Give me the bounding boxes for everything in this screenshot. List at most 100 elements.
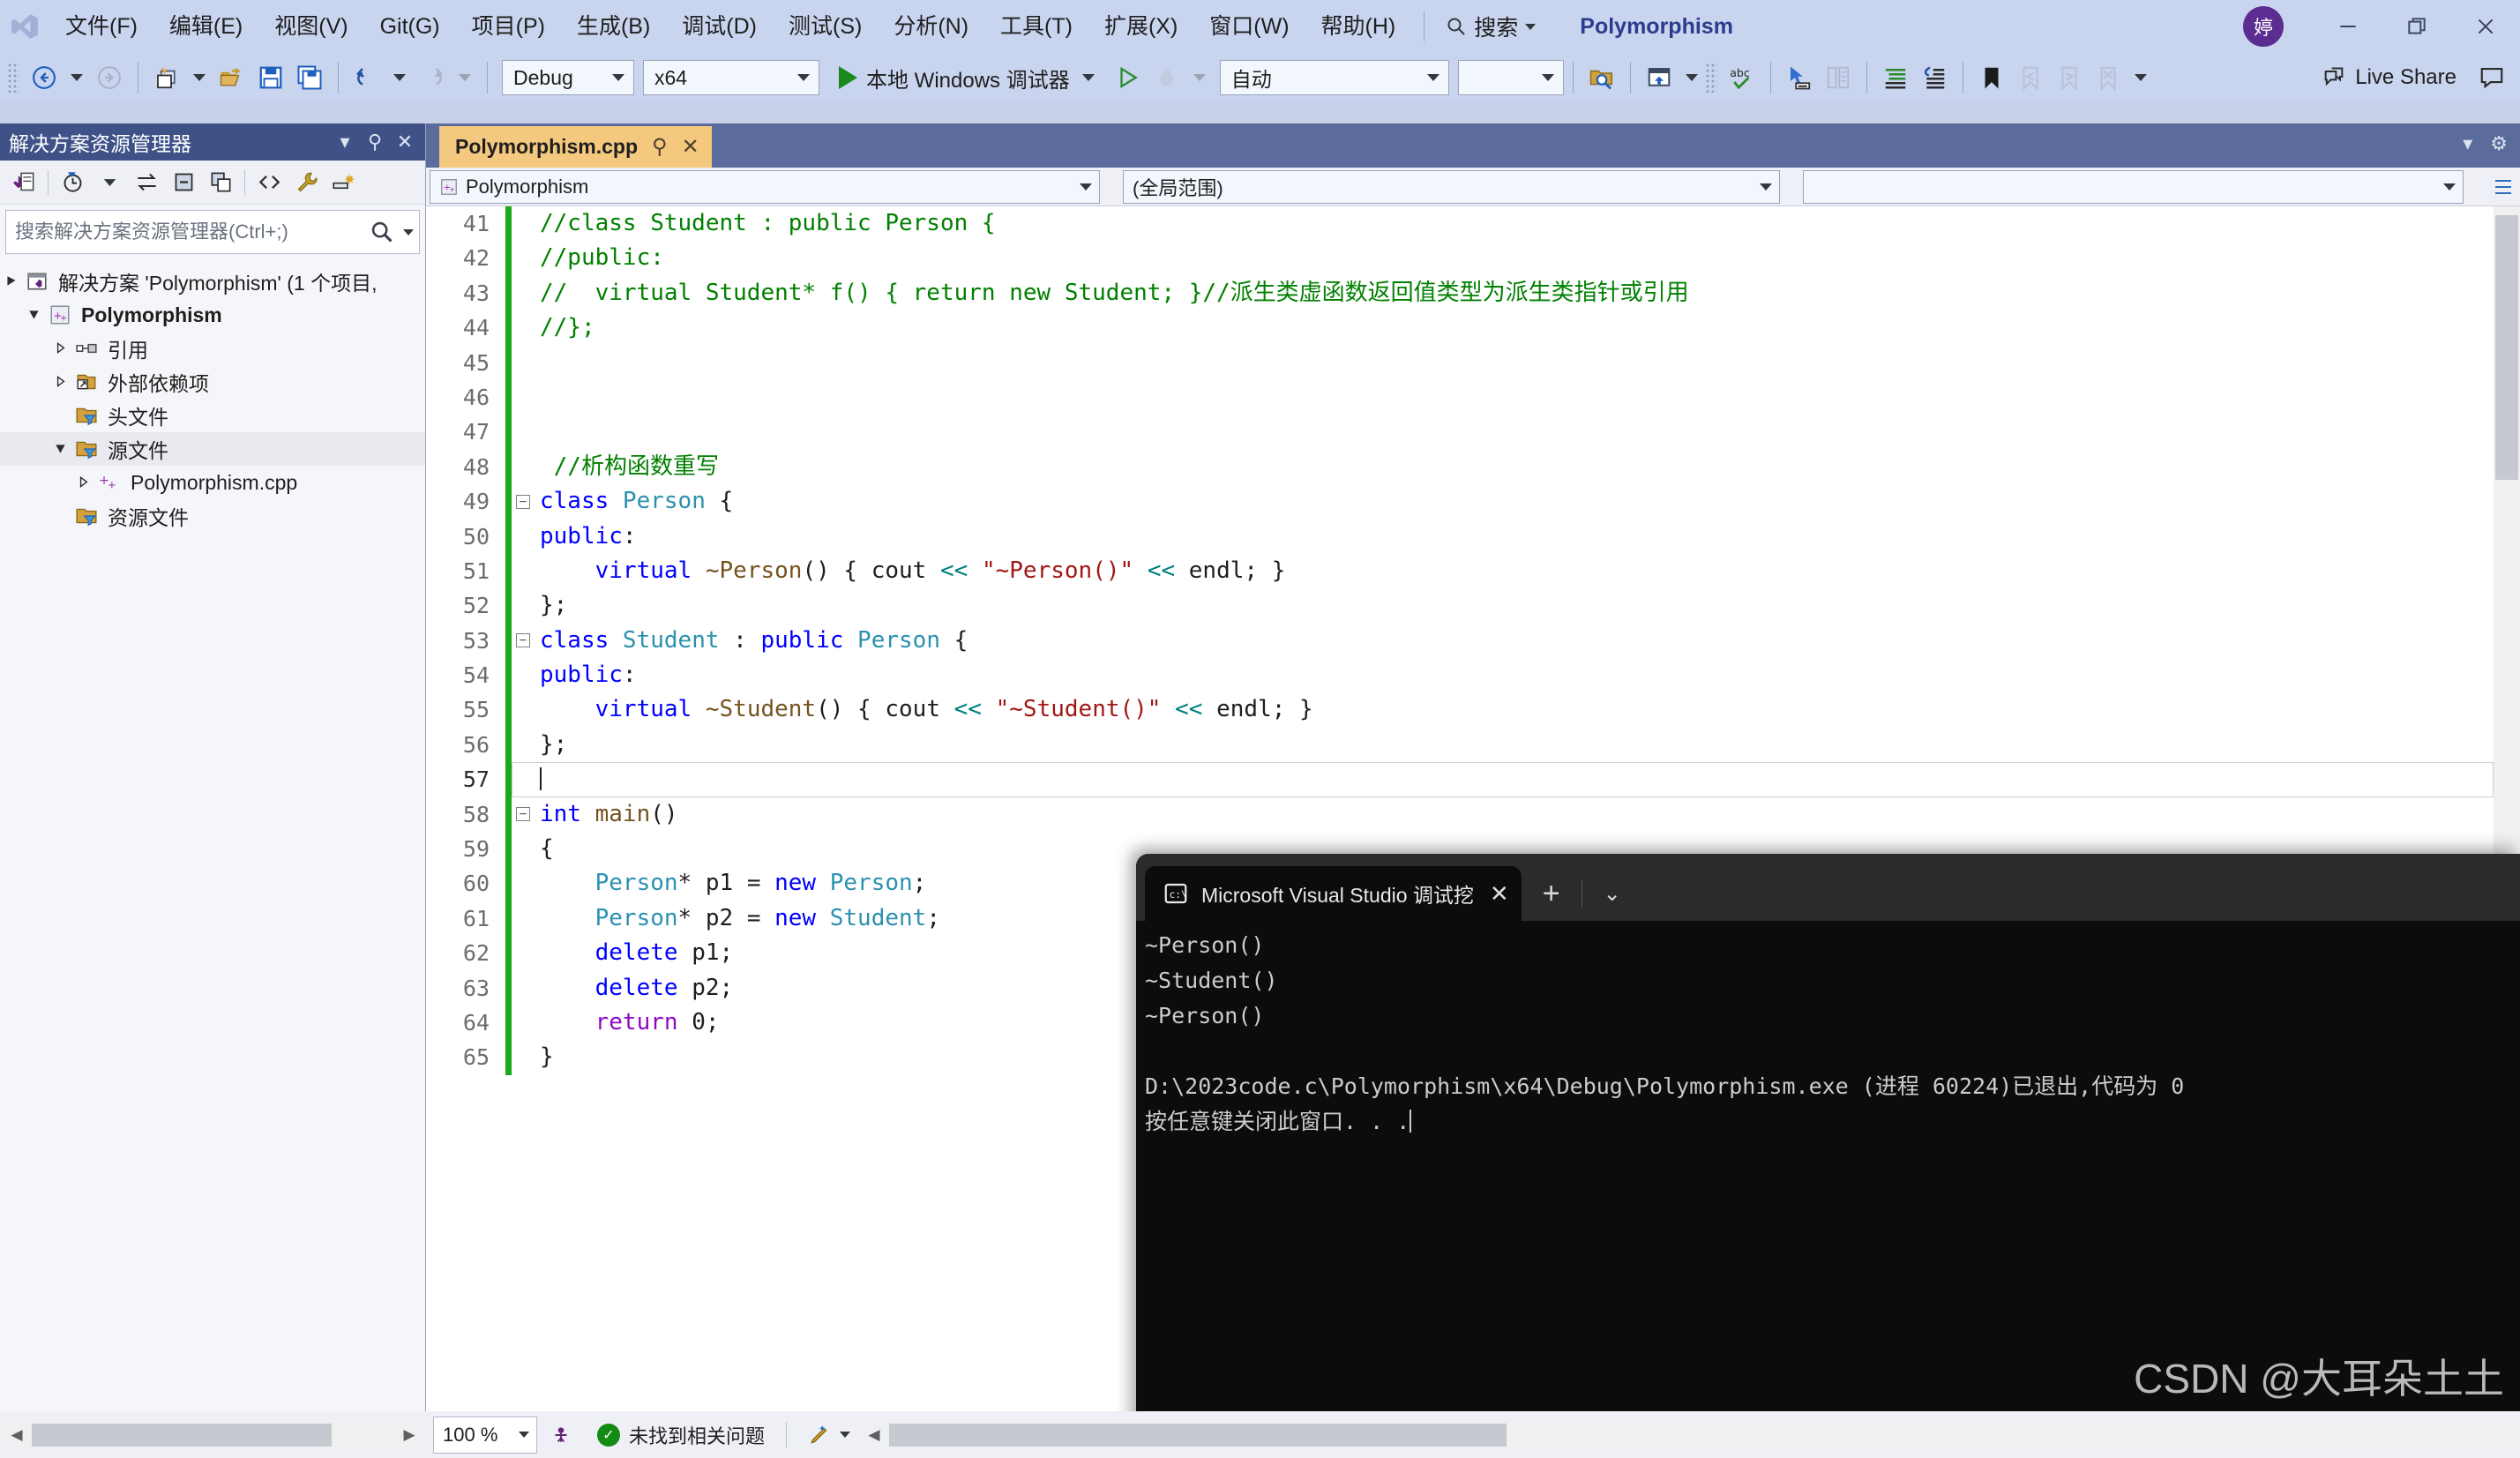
search-options-chevron-icon[interactable]: [403, 229, 414, 236]
search-input[interactable]: [15, 221, 370, 243]
menu-help[interactable]: 帮助(H): [1305, 0, 1412, 53]
plus-icon[interactable]: +: [1522, 877, 1582, 911]
close-icon[interactable]: ✕: [390, 131, 420, 153]
menu-view[interactable]: 视图(V): [258, 0, 363, 53]
tree-item-header-files[interactable]: 头文件: [0, 399, 425, 432]
scroll-track[interactable]: [886, 1424, 2520, 1447]
close-button[interactable]: [2451, 0, 2520, 53]
accessibility-indicator[interactable]: [537, 1424, 585, 1447]
tree-item-solution[interactable]: 解决方案 'Polymorphism' (1 个项目,: [0, 265, 425, 298]
menu-extensions[interactable]: 扩展(X): [1088, 0, 1193, 53]
navigate-backward-dropdown[interactable]: [71, 74, 83, 81]
select-pointer-button[interactable]: [1780, 57, 1819, 98]
minimize-button[interactable]: [2314, 0, 2382, 53]
twisty-open-icon[interactable]: [49, 437, 72, 461]
code-line[interactable]: 46: [426, 380, 2494, 415]
compare-files-button[interactable]: [1819, 57, 1858, 98]
console-tab[interactable]: c:\ Microsoft Visual Studio 调试挖 ✕: [1145, 866, 1522, 921]
menu-window[interactable]: 窗口(W): [1193, 0, 1305, 53]
new-project-button[interactable]: [147, 57, 186, 98]
gear-icon[interactable]: ⚙: [2490, 132, 2508, 155]
close-icon[interactable]: ✕: [1490, 880, 1509, 908]
hot-reload-dropdown[interactable]: [1193, 74, 1206, 81]
twisty-open-icon[interactable]: [23, 303, 46, 327]
scroll-right-icon[interactable]: ▶: [398, 1426, 421, 1444]
window-layout-button[interactable]: [1640, 57, 1679, 98]
window-layout-dropdown[interactable]: [1686, 74, 1698, 81]
split-view-button[interactable]: [2490, 176, 2516, 198]
navbar-project-dropdown[interactable]: + + Polymorphism: [430, 170, 1100, 204]
code-line[interactable]: 54public:: [426, 658, 2494, 692]
spell-check-button[interactable]: abc: [1723, 57, 1761, 98]
redo-button[interactable]: [413, 57, 452, 98]
menu-git[interactable]: Git(G): [364, 0, 456, 53]
solution-configuration-combo[interactable]: Debug: [502, 60, 634, 95]
scrollbar-thumb[interactable]: [2495, 215, 2518, 480]
editor-zoom-combo[interactable]: 100 %: [433, 1417, 537, 1454]
code-line[interactable]: 43// virtual Student* f() { return new S…: [426, 276, 2494, 310]
twisty-open-icon[interactable]: [0, 270, 23, 294]
error-status[interactable]: ✓ 未找到相关问题: [585, 1421, 777, 1449]
solution-explorer-hscroll[interactable]: ◀ ▶: [0, 1411, 426, 1458]
scroll-track[interactable]: [28, 1424, 398, 1447]
start-debugging-button[interactable]: 本地 Windows 调试器: [832, 57, 1109, 98]
navbar-member-dropdown[interactable]: [1803, 170, 2464, 204]
chevron-down-icon[interactable]: [840, 1432, 850, 1438]
start-debugging-dropdown[interactable]: [1082, 74, 1095, 81]
tree-item-project[interactable]: + + Polymorphism: [0, 298, 425, 332]
pin-icon[interactable]: ⚲: [360, 131, 390, 153]
pen-tool-button[interactable]: [796, 1424, 863, 1447]
code-line[interactable]: 53−class Student : public Person {: [426, 624, 2494, 658]
code-line[interactable]: 48 //析构函数重写: [426, 450, 2494, 484]
chevron-down-icon[interactable]: ▾: [330, 131, 360, 153]
toolbar-overflow-button[interactable]: [2135, 74, 2147, 81]
home-vs-button[interactable]: [5, 164, 42, 201]
avatar[interactable]: 婷: [2243, 6, 2284, 47]
collapse-region-icon[interactable]: −: [512, 633, 535, 647]
tree-item-source-files[interactable]: 源文件: [0, 432, 425, 466]
scroll-left-icon[interactable]: ◀: [5, 1426, 28, 1444]
feedback-button[interactable]: [2472, 57, 2511, 98]
new-project-dropdown[interactable]: [193, 74, 206, 81]
tree-item-polymorphism-cpp[interactable]: + + Polymorphism.cpp: [0, 466, 425, 499]
chevron-down-icon[interactable]: ▾: [2463, 132, 2472, 155]
collapse-all-button[interactable]: [165, 164, 202, 201]
code-line[interactable]: 51 virtual ~Person() { cout << "~Person(…: [426, 554, 2494, 588]
horizontal-scrollbar[interactable]: ◀ ▶: [5, 1424, 421, 1447]
toolbar-grip-2[interactable]: [1705, 63, 1717, 93]
menu-analyze[interactable]: 分析(N): [878, 0, 984, 53]
code-line[interactable]: 56};: [426, 728, 2494, 762]
uncomment-selection-button[interactable]: [1915, 57, 1954, 98]
menu-tools[interactable]: 工具(T): [984, 0, 1088, 53]
code-line[interactable]: 41//class Student : public Person {: [426, 206, 2494, 241]
menu-file[interactable]: 文件(F): [49, 0, 153, 53]
scroll-thumb[interactable]: [889, 1424, 1507, 1447]
editor-horizontal-scrollbar[interactable]: ◀: [863, 1424, 2520, 1447]
comment-selection-button[interactable]: [1876, 57, 1915, 98]
close-icon[interactable]: ✕: [682, 134, 699, 160]
menu-edit[interactable]: 编辑(E): [153, 0, 258, 53]
hot-reload-button[interactable]: [1148, 57, 1186, 98]
collapse-region-icon[interactable]: −: [512, 495, 535, 509]
open-file-button[interactable]: [213, 57, 251, 98]
undo-dropdown[interactable]: [393, 74, 406, 81]
code-line[interactable]: 44//};: [426, 310, 2494, 345]
navigate-forward-button[interactable]: [90, 57, 129, 98]
scroll-left-icon[interactable]: ◀: [863, 1426, 886, 1444]
code-line[interactable]: 42//public:: [426, 241, 2494, 275]
menu-project[interactable]: 项目(P): [456, 0, 561, 53]
pending-changes-button[interactable]: [54, 164, 91, 201]
pending-changes-dropdown[interactable]: [91, 164, 128, 201]
toolbar-grip[interactable]: [7, 63, 19, 93]
view-code-button[interactable]: [251, 164, 288, 201]
solution-platform-combo[interactable]: x64: [643, 60, 819, 95]
show-all-files-button[interactable]: [202, 164, 239, 201]
code-line[interactable]: 50public:: [426, 520, 2494, 554]
solution-explorer-search[interactable]: [5, 210, 420, 254]
process-attach-combo[interactable]: 自动: [1220, 60, 1449, 95]
tree-item-references[interactable]: 引用: [0, 332, 425, 365]
tab-polymorphism-cpp[interactable]: Polymorphism.cpp ⚲ ✕: [439, 126, 712, 168]
tree-item-resource-files[interactable]: 资源文件: [0, 499, 425, 533]
code-line[interactable]: 45: [426, 346, 2494, 380]
twisty-closed-icon[interactable]: [72, 471, 95, 495]
